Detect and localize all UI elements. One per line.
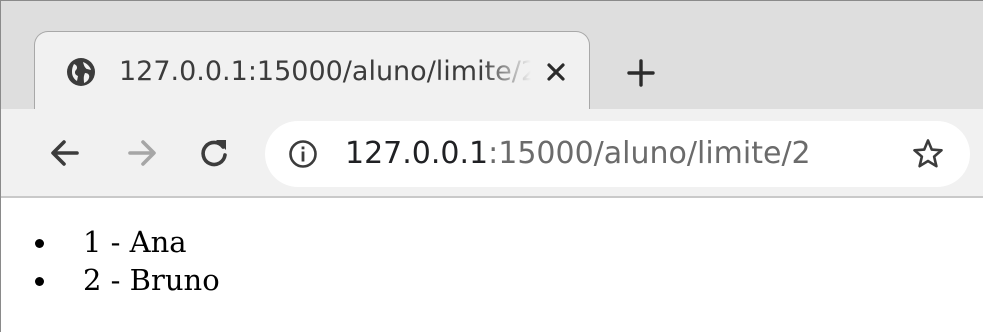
url-text[interactable]: 127.0.0.1:15000/aluno/limite/2 [345,131,811,177]
url-host: 127.0.0.1 [345,136,489,171]
list-item-text: 2 - Bruno [83,263,220,297]
star-icon[interactable] [911,137,945,171]
arrow-right-icon[interactable] [122,133,162,173]
toolbar: 127.0.0.1:15000/aluno/limite/2 [1,109,983,198]
browser-window: 127.0.0.1:15000/aluno/limite/2 127.0.0.1… [0,0,983,332]
globe-icon [67,58,95,86]
arrow-left-icon[interactable] [45,133,85,173]
plus-icon[interactable] [623,55,659,91]
tab-strip: 127.0.0.1:15000/aluno/limite/2 [1,1,983,111]
list-item: 1 - Ana [31,223,220,261]
url-path: :15000/aluno/limite/2 [488,136,811,171]
list-item: 2 - Bruno [31,261,220,299]
page-content: 1 - Ana 2 - Bruno [1,198,983,332]
reload-icon[interactable] [194,133,234,173]
student-list: 1 - Ana 2 - Bruno [31,223,220,299]
tab-title: 127.0.0.1:15000/aluno/limite/2 [119,56,531,87]
bullet [35,239,44,248]
tab-active[interactable]: 127.0.0.1:15000/aluno/limite/2 [34,31,590,111]
info-icon[interactable] [287,138,319,170]
list-item-text: 1 - Ana [83,225,187,259]
bullet [35,277,44,286]
address-bar[interactable]: 127.0.0.1:15000/aluno/limite/2 [265,121,970,187]
close-icon[interactable] [540,56,572,88]
